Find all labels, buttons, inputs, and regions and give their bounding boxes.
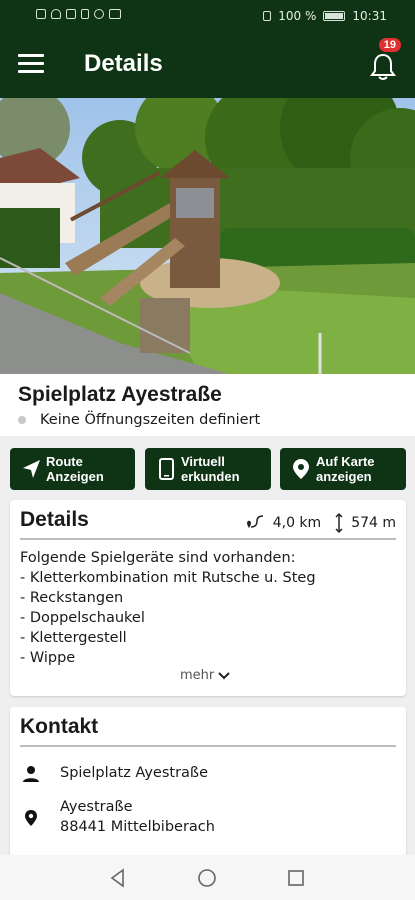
virtual-label-2: erkunden: [181, 469, 240, 484]
battery-icon: [323, 11, 346, 21]
elevation-value: 574 m: [351, 515, 396, 531]
sim-icon: [66, 9, 76, 19]
description-line: - Wippe: [20, 650, 76, 666]
vibrate-icon: [263, 11, 272, 21]
show-on-map-button[interactable]: Auf Karte anzeigen: [280, 448, 406, 490]
map-label-2: anzeigen: [316, 469, 372, 484]
notification-badge: 19: [378, 38, 401, 52]
person-icon: [23, 766, 39, 782]
contact-card: Kontakt Spielplatz Ayestraße Ayestraße 8…: [10, 707, 406, 857]
status-icons-left: [36, 9, 121, 19]
page-title: Details: [84, 50, 163, 77]
usb-icon: [81, 9, 89, 19]
status-dot-icon: [18, 416, 26, 424]
location-pin-icon: [25, 810, 37, 826]
map-label-1: Auf Karte: [316, 454, 375, 469]
contact-heading: Kontakt: [20, 715, 99, 738]
description-line: - Kletterkombination mit Rutsche u. Steg: [20, 570, 316, 586]
details-card: Details 4,0 km 574 m Folgende Spielgerät…: [10, 500, 406, 696]
place-header: Spielplatz Ayestraße Keine Öffnungszeite…: [0, 374, 415, 436]
more-button[interactable]: mehr: [180, 668, 230, 683]
contact-street: Ayestraße: [60, 799, 133, 815]
notification-icon: [36, 9, 46, 19]
back-icon[interactable]: [108, 868, 128, 888]
opening-hours-text: Keine Öffnungszeiten definiert: [40, 412, 261, 428]
more-label: mehr: [180, 668, 215, 683]
chevron-down-icon: [218, 671, 230, 679]
description-line: Folgende Spielgeräte sind vorhanden:: [20, 550, 296, 566]
route-label-1: Route: [46, 454, 83, 469]
description-line: - Reckstangen: [20, 590, 124, 606]
route-label-2: Anzeigen: [46, 469, 104, 484]
virtual-label-1: Virtuell: [181, 454, 225, 469]
description-line: - Doppelschaukel: [20, 610, 145, 626]
contact-city: 88441 Mittelbiberach: [60, 819, 215, 835]
place-name: Spielplatz Ayestraße: [18, 383, 222, 406]
system-nav-bar: [0, 855, 415, 900]
smartphone-icon: [159, 458, 174, 480]
virtual-tour-button[interactable]: Virtuell erkunden: [145, 448, 271, 490]
description-line: - Klettergestell: [20, 630, 127, 646]
home-icon[interactable]: [197, 868, 217, 888]
opening-hours: Keine Öffnungszeiten definiert: [18, 412, 260, 428]
app-bar: Details 19: [0, 34, 415, 98]
clock: 10:31: [352, 9, 387, 23]
route-metrics: 4,0 km 574 m: [243, 512, 396, 534]
battery-percent: 100 %: [278, 9, 317, 23]
status-bar: 100 % 10:31: [0, 0, 415, 34]
navigation-arrow-icon: [23, 460, 40, 478]
contact-name: Spielplatz Ayestraße: [60, 765, 208, 781]
wifi-icon: [51, 9, 61, 19]
details-divider: [20, 538, 396, 540]
distance-route-icon: [246, 515, 263, 528]
cloud-icon: [94, 9, 104, 19]
elevation-icon: [335, 512, 343, 534]
contact-divider: [20, 745, 396, 747]
hero-photo: [0, 98, 415, 374]
hamburger-menu-icon[interactable]: [18, 54, 44, 76]
status-icons-right: 100 % 10:31: [263, 9, 387, 23]
details-heading: Details: [20, 508, 89, 531]
recents-icon[interactable]: [286, 868, 306, 888]
notifications-bell-icon[interactable]: [369, 52, 397, 82]
map-pin-icon: [293, 459, 309, 479]
route-button[interactable]: Route Anzeigen: [10, 448, 135, 490]
distance-value: 4,0 km: [272, 515, 322, 531]
description: Folgende Spielgeräte sind vorhanden: - K…: [20, 548, 316, 668]
action-buttons: Route Anzeigen Virtuell erkunden Auf Kar…: [10, 448, 406, 490]
mail-icon: [109, 9, 121, 19]
